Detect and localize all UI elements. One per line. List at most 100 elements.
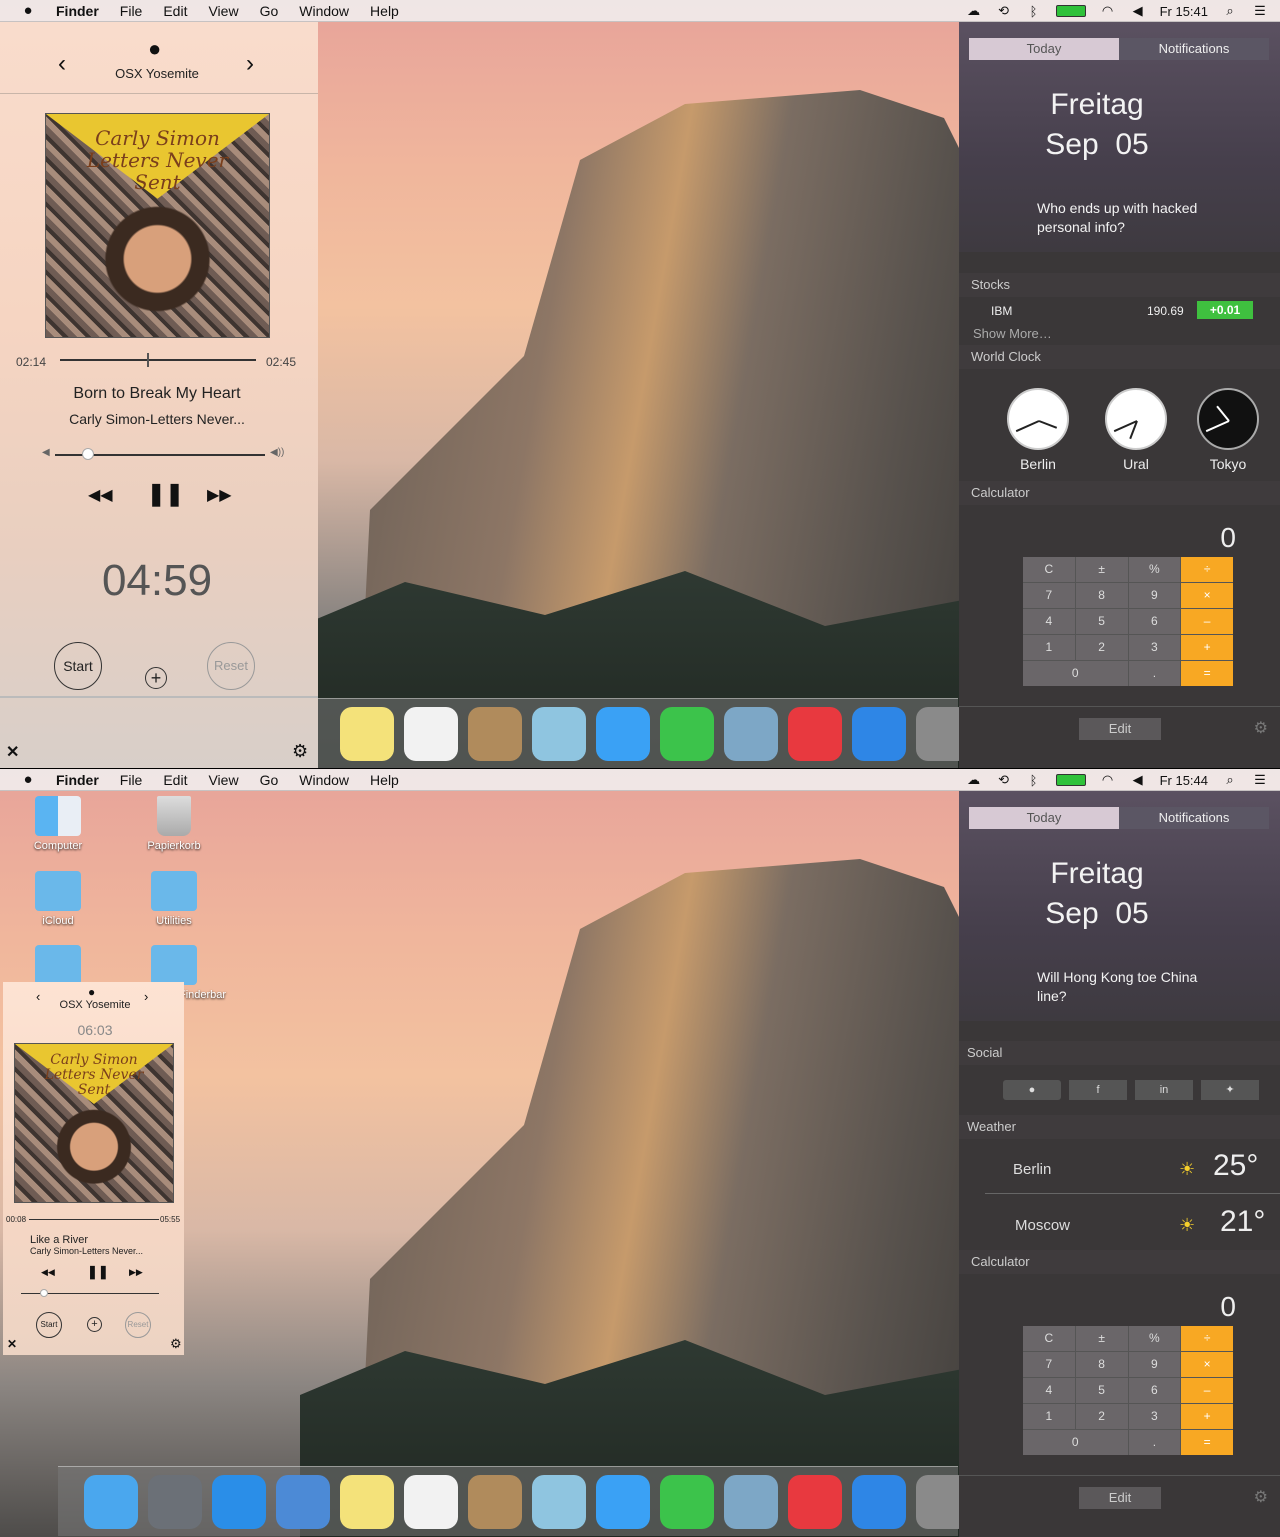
calc-key[interactable]: . bbox=[1128, 1430, 1181, 1455]
desktop-icon-icloud[interactable]: iCloud bbox=[13, 871, 103, 927]
calc-key[interactable]: 4 bbox=[1023, 1378, 1075, 1403]
contacts-icon[interactable] bbox=[468, 1475, 522, 1529]
desktop-icon-trash[interactable]: Papierkorb bbox=[129, 796, 219, 852]
spotlight-icon[interactable]: ⌕ bbox=[1222, 3, 1238, 19]
next-page-icon[interactable]: › bbox=[246, 50, 254, 78]
rewind-icon[interactable]: ◀◀ bbox=[88, 485, 113, 505]
calc-key[interactable]: 5 bbox=[1075, 1378, 1128, 1403]
menu-go[interactable]: Go bbox=[260, 772, 279, 788]
timer-add-button[interactable]: + bbox=[87, 1317, 102, 1332]
calc-key[interactable]: 2 bbox=[1075, 635, 1128, 660]
pause-icon[interactable]: ❚❚ bbox=[147, 481, 184, 507]
calc-key[interactable]: . bbox=[1128, 661, 1181, 686]
messages-icon[interactable] bbox=[596, 707, 650, 761]
calc-key[interactable]: 5 bbox=[1075, 609, 1128, 634]
rewind-icon[interactable]: ◀◀ bbox=[41, 1267, 55, 1278]
weather-row-moscow[interactable]: Moscow ☀ 21° bbox=[985, 1201, 1275, 1251]
calc-key[interactable]: 6 bbox=[1128, 1378, 1181, 1403]
calc-key[interactable]: 0 bbox=[1023, 661, 1128, 686]
volume-knob[interactable] bbox=[40, 1289, 48, 1297]
calc-key[interactable]: × bbox=[1181, 583, 1233, 608]
calc-key[interactable]: – bbox=[1181, 609, 1233, 634]
progress-track[interactable] bbox=[29, 1219, 159, 1220]
desktop-icon-utilities[interactable]: Utilities bbox=[129, 871, 219, 927]
bluetooth-icon[interactable]: ᛒ bbox=[1026, 4, 1042, 19]
calc-key[interactable]: 2 bbox=[1075, 1404, 1128, 1429]
wifi-icon[interactable]: ◠ bbox=[1100, 772, 1116, 788]
timer-start-button[interactable]: Start bbox=[36, 1312, 62, 1338]
calc-key[interactable]: 8 bbox=[1075, 583, 1128, 608]
cloud-icon[interactable]: ☁ bbox=[966, 772, 982, 788]
nc-headline[interactable]: Will Hong Kong toe China line? bbox=[1037, 968, 1217, 1006]
safari-icon[interactable] bbox=[212, 1475, 266, 1529]
menu-window[interactable]: Window bbox=[299, 3, 349, 19]
calc-key[interactable]: ± bbox=[1075, 557, 1128, 582]
menu-window[interactable]: Window bbox=[299, 772, 349, 788]
calc-key[interactable]: + bbox=[1181, 635, 1233, 660]
calc-key[interactable]: ÷ bbox=[1181, 557, 1233, 582]
progress-track[interactable] bbox=[60, 359, 256, 361]
menu-clock[interactable]: Fr 15:44 bbox=[1160, 773, 1208, 788]
tab-notifications[interactable]: Notifications bbox=[1119, 38, 1269, 60]
nc-settings-icon[interactable]: ⚙ bbox=[1254, 1487, 1268, 1507]
calc-key[interactable]: 7 bbox=[1023, 1352, 1075, 1377]
next-page-icon[interactable]: › bbox=[144, 989, 148, 1004]
calc-key[interactable]: ÷ bbox=[1181, 1326, 1233, 1351]
calc-key[interactable]: 0 bbox=[1023, 1430, 1128, 1455]
timer-reset-button[interactable]: Reset bbox=[207, 642, 255, 690]
wifi-icon[interactable]: ◠ bbox=[1100, 3, 1116, 19]
maps-icon[interactable] bbox=[532, 1475, 586, 1529]
menu-help[interactable]: Help bbox=[370, 772, 399, 788]
desktop-icon-computer[interactable]: Computer bbox=[13, 796, 103, 852]
calc-key[interactable]: – bbox=[1181, 1378, 1233, 1403]
itunes-icon[interactable] bbox=[788, 1475, 842, 1529]
calc-key[interactable]: 9 bbox=[1128, 1352, 1181, 1377]
close-icon[interactable]: ✕ bbox=[6, 742, 19, 762]
finder-icon[interactable] bbox=[84, 1475, 138, 1529]
itunes-icon[interactable] bbox=[788, 707, 842, 761]
calc-key[interactable]: C bbox=[1023, 557, 1075, 582]
calc-key[interactable]: % bbox=[1128, 557, 1181, 582]
facetime-icon[interactable] bbox=[660, 1475, 714, 1529]
apple-menu-icon[interactable]: ● bbox=[0, 2, 56, 19]
battery-icon[interactable] bbox=[1055, 774, 1086, 786]
volume-knob[interactable] bbox=[82, 448, 94, 460]
calc-key[interactable]: ± bbox=[1075, 1326, 1128, 1351]
notification-center-icon[interactable]: ☰ bbox=[1252, 772, 1268, 788]
facetime-icon[interactable] bbox=[660, 707, 714, 761]
notes-icon[interactable] bbox=[340, 1475, 394, 1529]
calc-key[interactable]: = bbox=[1181, 661, 1233, 686]
app-store-icon[interactable] bbox=[852, 707, 906, 761]
menu-clock[interactable]: Fr 15:41 bbox=[1160, 4, 1208, 19]
apple-menu-icon[interactable]: ● bbox=[0, 771, 56, 788]
maps-icon[interactable] bbox=[532, 707, 586, 761]
battery-icon[interactable] bbox=[1055, 5, 1086, 17]
calc-key[interactable]: 1 bbox=[1023, 1404, 1075, 1429]
launchpad-icon[interactable] bbox=[148, 1475, 202, 1529]
nc-settings-icon[interactable]: ⚙ bbox=[1254, 718, 1268, 738]
calc-key[interactable]: 3 bbox=[1128, 635, 1181, 660]
calc-key[interactable]: × bbox=[1181, 1352, 1233, 1377]
tab-today[interactable]: Today bbox=[969, 807, 1119, 829]
calc-key[interactable]: 8 bbox=[1075, 1352, 1128, 1377]
calc-key[interactable]: 9 bbox=[1128, 583, 1181, 608]
contacts-icon[interactable] bbox=[468, 707, 522, 761]
reminders-icon[interactable] bbox=[404, 707, 458, 761]
calc-key[interactable]: 6 bbox=[1128, 609, 1181, 634]
preview-icon[interactable] bbox=[724, 707, 778, 761]
menu-finder[interactable]: Finder bbox=[56, 772, 99, 788]
edit-button[interactable]: Edit bbox=[1079, 1487, 1161, 1509]
show-more-link[interactable]: Show More… bbox=[973, 326, 1052, 341]
timer-add-button[interactable]: + bbox=[145, 667, 167, 689]
fast-forward-icon[interactable]: ▶▶ bbox=[129, 1267, 143, 1278]
progress-knob[interactable] bbox=[147, 353, 149, 367]
calc-key[interactable]: 3 bbox=[1128, 1404, 1181, 1429]
timer-start-button[interactable]: Start bbox=[54, 642, 102, 690]
settings-gear-icon[interactable]: ⚙ bbox=[170, 1336, 182, 1352]
calc-key[interactable]: 7 bbox=[1023, 583, 1075, 608]
notification-center-icon[interactable]: ☰ bbox=[1252, 3, 1268, 19]
social-twitter-button[interactable]: ✦ bbox=[1201, 1080, 1259, 1100]
timer-reset-button[interactable]: Reset bbox=[125, 1312, 151, 1338]
nc-headline[interactable]: Who ends up with hacked personal info? bbox=[1037, 199, 1217, 237]
spotlight-icon[interactable]: ⌕ bbox=[1222, 772, 1238, 788]
